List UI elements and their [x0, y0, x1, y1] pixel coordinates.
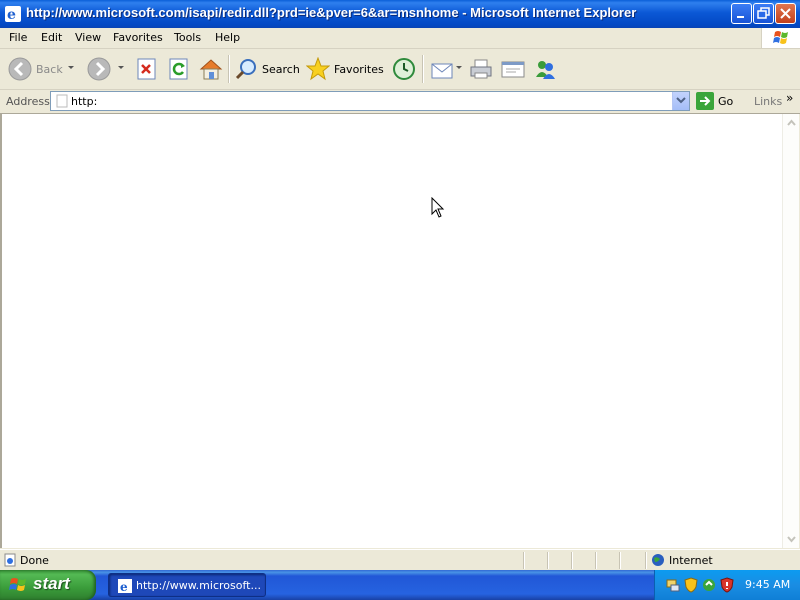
system-tray: 9:45 AM — [654, 570, 800, 600]
menu-edit[interactable]: Edit — [41, 31, 62, 44]
vertical-scrollbar[interactable] — [782, 114, 799, 548]
favorites-label: Favorites — [334, 62, 384, 76]
toolbar-separator — [228, 55, 230, 83]
windows-logo-icon — [9, 578, 26, 591]
ie-icon: e — [118, 579, 132, 594]
globe-icon — [652, 554, 664, 566]
menu-file[interactable]: File — [9, 31, 27, 44]
svg-text:e: e — [7, 7, 16, 22]
network-tray-icon[interactable] — [665, 577, 681, 593]
taskbar: start e http://www.microsoft... 9:45 AM — [0, 570, 800, 600]
print-button[interactable] — [469, 53, 493, 85]
go-label: Go — [718, 94, 734, 108]
svg-text:e: e — [120, 580, 128, 594]
links-label[interactable]: Links — [754, 95, 782, 108]
search-label: Search — [262, 62, 300, 76]
menu-bar: File Edit View Favorites Tools Help — [0, 28, 800, 49]
mail-icon — [431, 63, 453, 79]
messenger-button[interactable] — [533, 53, 557, 85]
refresh-button[interactable] — [168, 53, 190, 85]
standard-toolbar: Back Search Favorites — [0, 49, 800, 90]
search-button[interactable]: Search — [234, 53, 300, 85]
home-button[interactable] — [198, 53, 224, 85]
links-chevron[interactable]: » — [786, 91, 793, 105]
menu-favorites[interactable]: Favorites — [113, 31, 163, 44]
back-button[interactable]: Back — [8, 53, 63, 85]
refresh-icon — [169, 58, 188, 80]
edit-button[interactable] — [500, 53, 526, 85]
menu-help[interactable]: Help — [215, 31, 240, 44]
start-button[interactable]: start — [0, 570, 96, 600]
favorites-button[interactable]: Favorites — [306, 53, 384, 85]
menu-view[interactable]: View — [75, 31, 101, 44]
close-button[interactable] — [775, 3, 796, 24]
home-icon — [199, 59, 223, 80]
status-cell — [595, 552, 597, 569]
toolbar-separator — [422, 55, 424, 83]
go-button[interactable]: Go — [696, 92, 733, 110]
page-done-icon — [4, 553, 16, 567]
start-label: start — [33, 574, 70, 593]
status-text: Done — [20, 554, 49, 567]
forward-button[interactable] — [87, 53, 111, 85]
update-tray-icon[interactable] — [701, 577, 717, 593]
window-title: http://www.microsoft.com/isapi/redir.dll… — [26, 5, 637, 20]
status-cell — [645, 552, 647, 569]
print-icon — [470, 59, 492, 79]
clock[interactable]: 9:45 AM — [745, 578, 790, 591]
back-dropdown-icon[interactable] — [68, 66, 74, 69]
status-bar: Done Internet — [0, 549, 800, 571]
status-cell — [523, 552, 525, 569]
menu-tools[interactable]: Tools — [174, 31, 201, 44]
status-cell — [571, 552, 573, 569]
scroll-up-arrow-icon[interactable] — [784, 116, 799, 131]
maximize-button[interactable] — [753, 3, 774, 24]
favorites-star-icon — [306, 57, 330, 81]
page-content[interactable] — [0, 114, 782, 548]
mail-dropdown-icon[interactable] — [456, 66, 462, 69]
title-bar[interactable]: e http://www.microsoft.com/isapi/redir.d… — [0, 0, 800, 28]
status-cell — [619, 552, 621, 569]
back-label: Back — [36, 62, 63, 76]
forward-dropdown-icon[interactable] — [118, 66, 124, 69]
status-cell — [547, 552, 549, 569]
edit-icon — [501, 61, 525, 78]
taskbar-window-button[interactable]: e http://www.microsoft... — [108, 573, 266, 597]
forward-arrow-icon — [87, 57, 111, 81]
windows-flag-icon — [761, 28, 800, 48]
address-field[interactable] — [50, 91, 690, 111]
taskbar-window-label: http://www.microsoft... — [136, 579, 261, 592]
ie-icon: e — [5, 6, 21, 22]
stop-button[interactable] — [136, 53, 158, 85]
mouse-cursor-icon — [431, 197, 445, 218]
search-icon — [235, 59, 256, 80]
address-bar: Address Go Links » — [0, 90, 800, 114]
scroll-down-arrow-icon[interactable] — [784, 531, 799, 546]
back-arrow-icon — [8, 57, 32, 81]
minimize-button[interactable] — [731, 3, 752, 24]
messenger-icon — [536, 61, 555, 79]
chevron-down-icon — [676, 97, 686, 104]
zone-text: Internet — [669, 554, 713, 567]
address-label: Address — [6, 95, 50, 108]
history-icon — [393, 58, 415, 80]
alert-shield-icon[interactable] — [719, 577, 735, 593]
go-arrow-icon — [696, 92, 714, 110]
page-icon — [56, 94, 68, 108]
mail-button[interactable] — [430, 53, 454, 85]
security-shield-icon[interactable] — [683, 577, 699, 593]
stop-icon — [137, 58, 156, 80]
address-input[interactable] — [71, 93, 661, 109]
address-dropdown-button[interactable] — [672, 92, 689, 110]
history-button[interactable] — [391, 53, 417, 85]
